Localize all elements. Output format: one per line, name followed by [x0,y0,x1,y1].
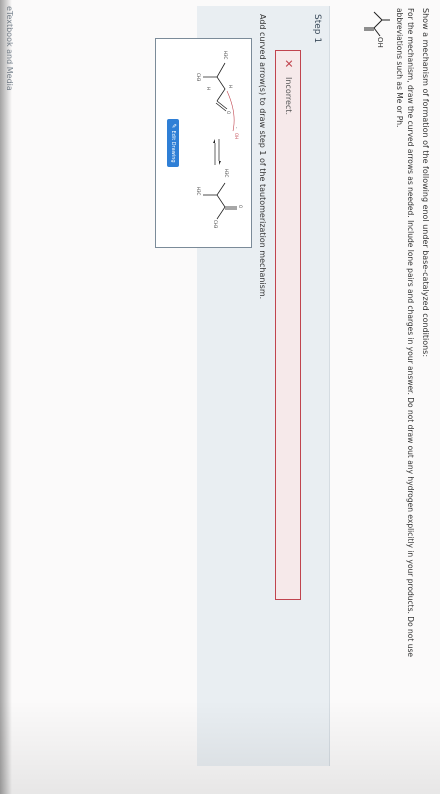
edit-drawing-label: Edit Drawing [170,130,176,163]
label-h3c-right-top: H3C [224,169,229,178]
question-instructions: For the mechanism, draw the curved arrow… [395,8,415,657]
step-panel: Step 1 ✕ Incorrect. Add curved arrow(s) … [155,6,330,766]
feedback-box: ✕ Incorrect. [275,50,301,600]
drawing-canvas[interactable]: H3C CH3 H H O OH - H3C H3C O CH3 ✎Edit D… [155,38,252,248]
label-h-b: H [206,87,211,90]
mechanism-drawing: H3C CH3 H H O OH - H3C H3C O CH3 [196,51,243,229]
label-h3c-left: H3C [223,51,228,60]
label-o-right: O [238,205,243,208]
enol-structure: OH [364,11,390,48]
label-o-left: O [226,111,231,114]
x-mark-icon: ✕ [282,59,295,69]
label-h-a: H [228,85,233,88]
enol-oh-label: OH [376,37,384,48]
label-ch3-left: CH3 [196,73,201,82]
question-title: Show a mechanism of formation of the fol… [421,8,430,358]
pencil-icon: ✎ [170,123,177,129]
assignment-page: Show a mechanism of formation of the fol… [0,0,440,794]
edit-drawing-button[interactable]: ✎Edit Drawing [167,119,179,167]
step-instruction: Add curved arrow(s) to draw step 1 of th… [258,14,267,300]
label-oh-minus: OH [234,133,239,139]
label-ch3-right: CH3 [213,220,218,229]
feedback-status: Incorrect. [284,77,293,115]
step-label: Step 1 [312,14,322,44]
label-charge-minus: - [234,127,239,129]
footer-branding[interactable]: eTextbook and Media [5,6,14,91]
label-h3c-right-bottom: H3C [196,187,201,196]
